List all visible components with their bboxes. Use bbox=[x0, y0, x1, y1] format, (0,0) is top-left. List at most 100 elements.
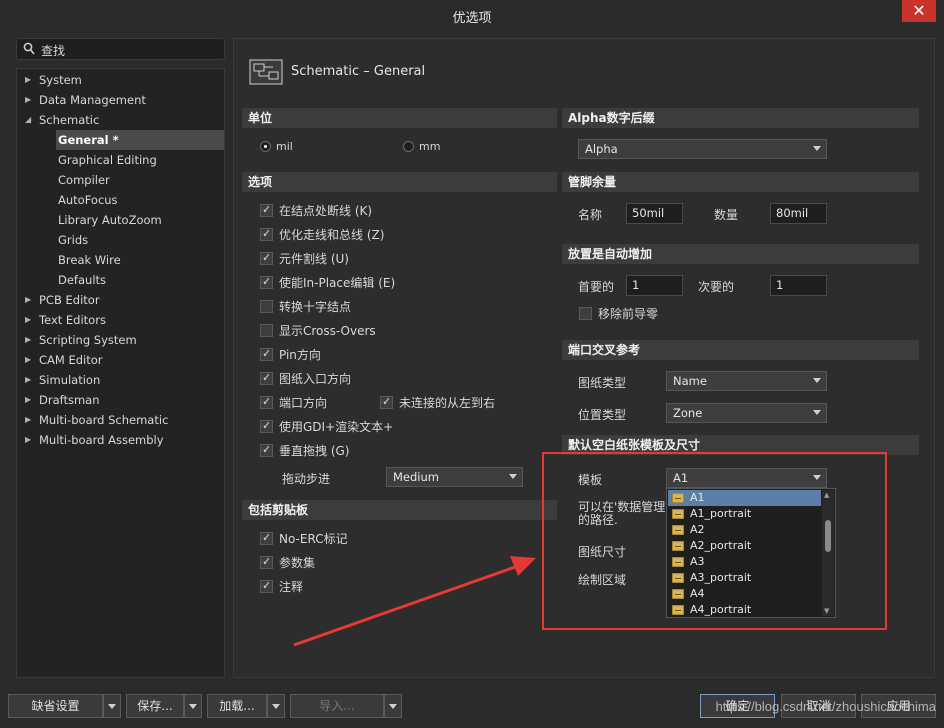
units-header: 单位 bbox=[242, 108, 557, 128]
pin-name-margin-input[interactable]: 50mil bbox=[626, 203, 683, 224]
option-label: 元件割线 (U) bbox=[279, 252, 349, 266]
tree-item[interactable]: AutoFocus bbox=[17, 190, 224, 210]
option-checkbox[interactable]: No-ERC标记 bbox=[260, 529, 348, 548]
option-checkbox[interactable]: 优化走线和总线 (Z) bbox=[260, 225, 385, 244]
tree-item[interactable]: ▶ Multi-board Schematic bbox=[17, 410, 224, 430]
tree-item[interactable]: ▶ Draftsman bbox=[17, 390, 224, 410]
option-checkbox[interactable]: 端口方向 bbox=[260, 393, 328, 412]
tree-item[interactable]: ◢ Schematic bbox=[17, 110, 224, 130]
option-checkbox[interactable]: 注释 bbox=[260, 577, 303, 596]
import-button[interactable]: 导入... bbox=[290, 694, 384, 718]
watermark-text: https://blog.csdn.net/zhoushicaochima bbox=[715, 699, 936, 714]
search-icon bbox=[23, 42, 35, 55]
option-checkbox[interactable]: 使能In-Place编辑 (E) bbox=[260, 273, 396, 292]
option-checkbox[interactable]: 元件割线 (U) bbox=[260, 249, 349, 268]
tree-item-label: Grids bbox=[58, 233, 89, 247]
option-label: 图纸入口方向 bbox=[279, 372, 352, 386]
search-placeholder: 查找 bbox=[41, 44, 66, 58]
checkmark-icon bbox=[260, 225, 273, 243]
import-menu-button[interactable] bbox=[384, 694, 402, 718]
sheet-type-label: 图纸类型 bbox=[578, 376, 627, 390]
option-label: 优化走线和总线 (Z) bbox=[279, 228, 385, 242]
tree-item[interactable]: ▶ Multi-board Assembly bbox=[17, 430, 224, 450]
checkbox-box bbox=[260, 324, 273, 337]
tree-item[interactable]: Library AutoZoom bbox=[17, 210, 224, 230]
tree-item[interactable]: ▶ System bbox=[17, 70, 224, 90]
tree-item[interactable]: Defaults bbox=[17, 270, 224, 290]
collapsed-arrow-icon[interactable]: ▶ bbox=[25, 70, 33, 90]
defaults-menu-button[interactable] bbox=[103, 694, 121, 718]
defaults-button[interactable]: 缺省设置 bbox=[8, 694, 103, 718]
tree-item[interactable]: ▶ PCB Editor bbox=[17, 290, 224, 310]
chevron-down-icon bbox=[813, 378, 821, 383]
collapsed-arrow-icon[interactable]: ▶ bbox=[25, 390, 33, 410]
load-button[interactable]: 加载... bbox=[207, 694, 267, 718]
tree-item[interactable]: Compiler bbox=[17, 170, 224, 190]
expanded-arrow-icon[interactable]: ◢ bbox=[25, 110, 33, 130]
collapsed-arrow-icon[interactable]: ▶ bbox=[25, 290, 33, 310]
drag-step-select[interactable]: Medium bbox=[386, 467, 523, 487]
option-label: 使能In-Place编辑 (E) bbox=[279, 276, 396, 290]
secondary-increment-input[interactable]: 1 bbox=[770, 275, 827, 296]
option-checkbox[interactable]: 在结点处断线 (K) bbox=[260, 201, 372, 220]
option-label: 端口方向 bbox=[279, 396, 328, 410]
unconnected-left-right-checkbox[interactable]: 未连接的从左到右 bbox=[380, 393, 495, 412]
unit-mm-radio[interactable]: mm bbox=[403, 139, 440, 155]
tree-item[interactable]: Break Wire bbox=[17, 250, 224, 270]
option-label: 使用GDI+渲染文本+ bbox=[279, 420, 394, 434]
save-button[interactable]: 保存... bbox=[126, 694, 184, 718]
pin-number-margin-input[interactable]: 80mil bbox=[770, 203, 827, 224]
tree-item[interactable]: ▶ Scripting System bbox=[17, 330, 224, 350]
chevron-down-icon bbox=[813, 146, 821, 151]
tree-item[interactable]: ▶ Simulation bbox=[17, 370, 224, 390]
option-checkbox[interactable]: 显示Cross-Overs bbox=[260, 322, 376, 340]
tree-item-label: CAM Editor bbox=[39, 353, 103, 367]
option-checkbox[interactable]: 参数集 bbox=[260, 553, 316, 572]
tree-item[interactable]: ▶ CAM Editor bbox=[17, 350, 224, 370]
close-button[interactable]: ✕ bbox=[902, 0, 936, 22]
collapsed-arrow-icon[interactable]: ▶ bbox=[25, 310, 33, 330]
option-checkbox[interactable]: 垂直拖拽 (G) bbox=[260, 441, 349, 460]
tree-item[interactable]: ▶ Text Editors bbox=[17, 310, 224, 330]
search-input[interactable]: 查找 bbox=[16, 38, 225, 60]
tree-item[interactable]: Graphical Editing bbox=[17, 150, 224, 170]
tree-item[interactable]: Grids bbox=[17, 230, 224, 250]
tree-item[interactable]: General * bbox=[56, 130, 224, 150]
collapsed-arrow-icon[interactable]: ▶ bbox=[25, 330, 33, 350]
collapsed-arrow-icon[interactable]: ▶ bbox=[25, 430, 33, 450]
option-label: 转换十字结点 bbox=[279, 300, 352, 314]
collapsed-arrow-icon[interactable]: ▶ bbox=[25, 410, 33, 430]
load-menu-button[interactable] bbox=[267, 694, 285, 718]
unit-mil-label: mil bbox=[276, 140, 293, 153]
tree-item-label: Scripting System bbox=[39, 333, 137, 347]
window-title: 优选项 bbox=[452, 11, 492, 26]
alpha-suffix-header: Alpha数字后缀 bbox=[562, 108, 919, 128]
collapsed-arrow-icon[interactable]: ▶ bbox=[25, 370, 33, 390]
option-checkbox[interactable]: 转换十字结点 bbox=[260, 298, 351, 316]
option-checkbox[interactable]: Pin方向 bbox=[260, 345, 321, 364]
category-tree[interactable]: ▶ System ▶ Data Management ◢ Schematic General… bbox=[16, 68, 225, 678]
option-label: 参数集 bbox=[279, 556, 316, 570]
checkmark-icon bbox=[260, 249, 273, 267]
tree-item[interactable]: ▶ Data Management bbox=[17, 90, 224, 110]
option-checkbox[interactable]: 图纸入口方向 bbox=[260, 369, 352, 388]
option-checkbox[interactable]: 使用GDI+渲染文本+ bbox=[260, 417, 394, 436]
primary-increment-input[interactable]: 1 bbox=[626, 275, 683, 296]
alpha-suffix-select[interactable]: Alpha bbox=[578, 139, 827, 159]
unit-mil-radio[interactable]: mil bbox=[260, 139, 293, 155]
save-menu-button[interactable] bbox=[184, 694, 202, 718]
checkmark-icon bbox=[260, 345, 273, 363]
option-label: 显示Cross-Overs bbox=[279, 324, 376, 338]
tree-item-label: Break Wire bbox=[58, 253, 121, 267]
sheet-type-select[interactable]: Name bbox=[666, 371, 827, 391]
remove-leading-zero-checkbox[interactable]: 移除前导零 bbox=[579, 305, 658, 323]
tree-item-label: Compiler bbox=[58, 173, 110, 187]
tree-item-label: PCB Editor bbox=[39, 293, 100, 307]
chevron-down-icon bbox=[813, 410, 821, 415]
title-bar: 优选项 ✕ bbox=[0, 0, 944, 30]
drag-step-label: 拖动步进 bbox=[282, 472, 331, 486]
collapsed-arrow-icon[interactable]: ▶ bbox=[25, 90, 33, 110]
location-type-select[interactable]: Zone bbox=[666, 403, 827, 423]
secondary-label: 次要的 bbox=[698, 280, 735, 294]
collapsed-arrow-icon[interactable]: ▶ bbox=[25, 350, 33, 370]
